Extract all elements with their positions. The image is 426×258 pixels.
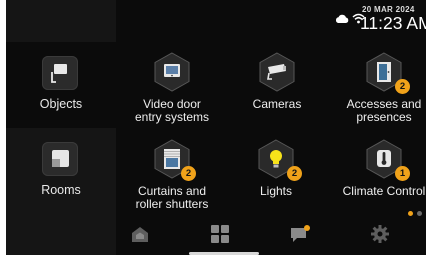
tile-label: Video door entry systems bbox=[134, 97, 209, 124]
home-indicator[interactable] bbox=[189, 252, 259, 255]
tile-curtains-shutters[interactable]: 2 Curtains and roller shutters bbox=[122, 139, 222, 210]
gear-icon[interactable] bbox=[369, 224, 391, 244]
tile-badge: 1 bbox=[395, 166, 410, 181]
status-time: 11:23 AM bbox=[360, 13, 426, 33]
camera-icon bbox=[259, 52, 295, 92]
home-icon[interactable] bbox=[129, 224, 151, 244]
tile-label: Cameras bbox=[252, 97, 302, 111]
tile-badge: 2 bbox=[395, 79, 410, 94]
status-bar: 20 MAR 2024 11:23 AM bbox=[256, 3, 426, 33]
sidebar-item-rooms[interactable]: Rooms bbox=[6, 128, 116, 214]
tile-accesses-presences[interactable]: 2 Accesses and presences bbox=[334, 52, 426, 123]
rooms-icon bbox=[42, 142, 78, 176]
tile-label: Curtains and roller shutters bbox=[135, 184, 209, 211]
tile-label: Lights bbox=[259, 184, 293, 198]
cloud-icon bbox=[335, 14, 349, 23]
sidebar-item-label: Objects bbox=[39, 97, 83, 111]
object-icon bbox=[42, 56, 78, 90]
page-dot-active[interactable] bbox=[408, 211, 413, 216]
tile-lights[interactable]: 2 Lights bbox=[226, 139, 326, 209]
chat-icon[interactable] bbox=[289, 224, 311, 244]
tile-label: Accesses and presences bbox=[346, 97, 422, 124]
app-screen: Objects Rooms 20 MAR 2024 11:23 AM Video… bbox=[6, 0, 426, 255]
tile-climate-control[interactable]: 1 Climate Control bbox=[334, 139, 426, 209]
sidebar-item-label: Rooms bbox=[41, 183, 81, 197]
sidebar: Objects Rooms bbox=[6, 0, 116, 255]
tile-label: Climate Control bbox=[342, 184, 426, 198]
sidebar-item-objects[interactable]: Objects bbox=[6, 42, 116, 128]
monitor-icon bbox=[154, 52, 190, 92]
tile-video-door-entry[interactable]: Video door entry systems bbox=[122, 52, 222, 123]
tile-cameras[interactable]: Cameras bbox=[227, 52, 327, 122]
tile-badge: 2 bbox=[181, 166, 196, 181]
tile-badge: 2 bbox=[287, 166, 302, 181]
grid-icon[interactable] bbox=[209, 224, 231, 244]
page-dot[interactable] bbox=[417, 211, 422, 216]
